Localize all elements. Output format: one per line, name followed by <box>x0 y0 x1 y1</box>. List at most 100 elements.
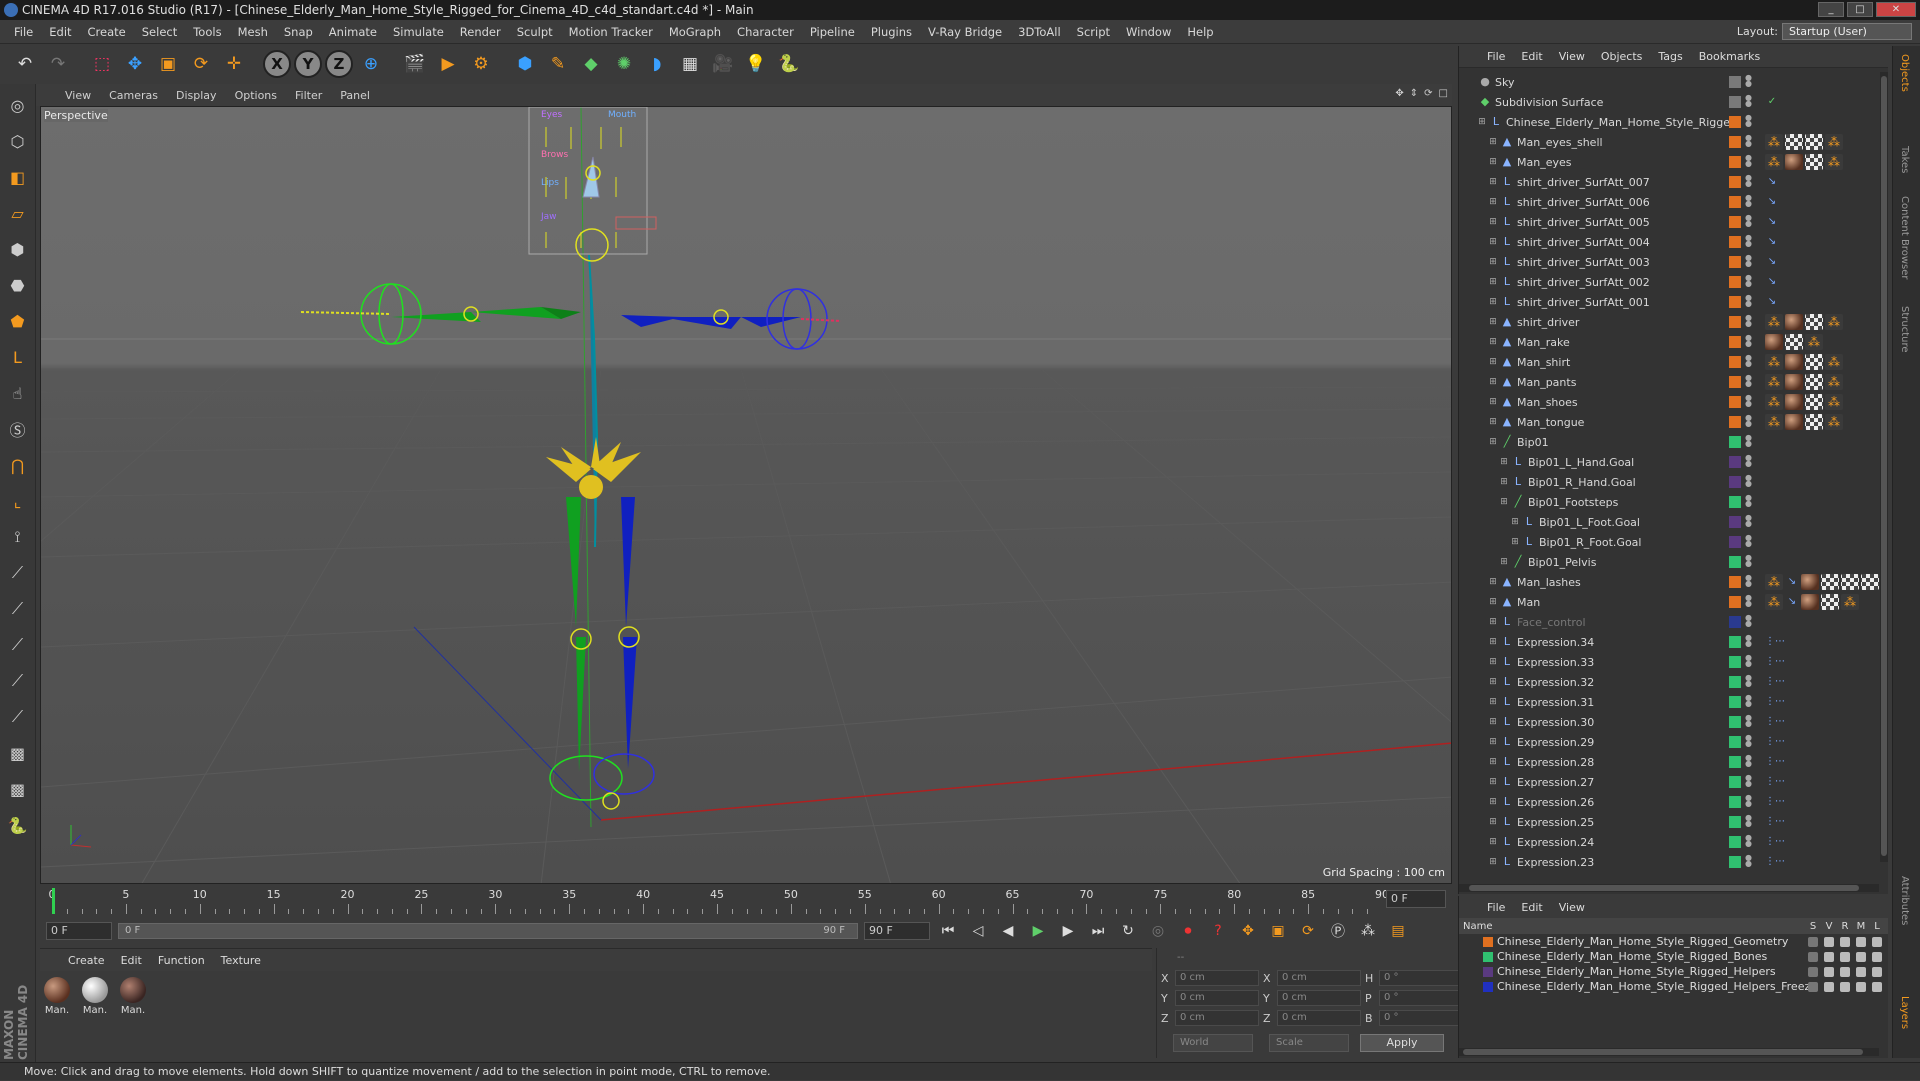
menu-plugins[interactable]: Plugins <box>863 25 920 39</box>
coord-mode-dropdown[interactable]: Scale <box>1269 1034 1349 1052</box>
layer-toggle-icon[interactable] <box>1824 981 1834 992</box>
expand-icon[interactable]: ⊞ <box>1487 196 1499 208</box>
layer-toggle-icon[interactable] <box>1824 966 1834 977</box>
layer-row[interactable]: Chinese_Elderly_Man_Home_Style_Rigged_He… <box>1459 979 1888 994</box>
constraint-tag-icon[interactable]: ↘ <box>1765 274 1779 290</box>
object-row[interactable]: ⊞ ╱ Bip01_Pelvis ● ● <box>1459 552 1883 572</box>
material-menu-function[interactable]: Function <box>150 954 213 967</box>
viewport-zoom-icon[interactable]: ⇕ <box>1410 88 1418 99</box>
layers-menu-view[interactable]: View <box>1551 901 1593 914</box>
visibility-dots-icon[interactable]: ● ● <box>1745 394 1752 408</box>
expand-icon[interactable]: ⊞ <box>1487 316 1499 328</box>
viewport-move-icon[interactable]: ✥ <box>1395 88 1403 99</box>
layer-color-swatch[interactable] <box>1729 856 1741 868</box>
menu-simulate[interactable]: Simulate <box>385 25 452 39</box>
layer-color-swatch[interactable] <box>1729 376 1741 388</box>
coord-field[interactable]: 0 ° <box>1379 1010 1463 1026</box>
camera-icon[interactable]: 🎥 <box>708 49 738 79</box>
menu-snap[interactable]: Snap <box>276 25 321 39</box>
layer-toggle-icon[interactable] <box>1872 936 1882 947</box>
expand-icon[interactable]: ⊞ <box>1487 716 1499 728</box>
visibility-dots-icon[interactable]: ● ● <box>1745 114 1752 128</box>
undo-icon[interactable]: ↶ <box>10 49 40 79</box>
viewport-menu-panel[interactable]: Panel <box>331 89 379 102</box>
material-tag-icon[interactable] <box>1801 594 1819 610</box>
object-row[interactable]: ⊞ ▲ Man_rake ● ● ⁂ <box>1459 332 1883 352</box>
coord-field[interactable]: 0 cm <box>1175 1010 1259 1026</box>
phong-tag-icon[interactable]: ⁂ <box>1825 354 1843 370</box>
uvw-tag-icon[interactable] <box>1841 574 1859 590</box>
visibility-dots-icon[interactable]: ● ● <box>1745 274 1752 288</box>
material-menu-create[interactable]: Create <box>60 954 113 967</box>
phong-tag-icon[interactable]: ⁂ <box>1825 154 1843 170</box>
menu-v-ray-bridge[interactable]: V-Ray Bridge <box>920 25 1010 39</box>
layer-color-swatch[interactable] <box>1729 416 1741 428</box>
prev-key-icon[interactable]: ◁ <box>966 920 990 942</box>
play-icon[interactable]: ▶ <box>1026 920 1050 942</box>
constraint-tag-icon[interactable]: ↘ <box>1765 254 1779 270</box>
viewport-menu-filter[interactable]: Filter <box>286 89 331 102</box>
phong-tag-icon[interactable]: ⁂ <box>1825 394 1843 410</box>
xpresso-tag-icon[interactable]: ⋮⋯ <box>1765 634 1785 650</box>
expand-icon[interactable]: ⊞ <box>1487 136 1499 148</box>
menu-render[interactable]: Render <box>452 25 509 39</box>
layer-color-swatch[interactable] <box>1729 516 1741 528</box>
layer-color-swatch[interactable] <box>1729 76 1741 88</box>
layer-color-swatch[interactable] <box>1729 816 1741 828</box>
perspective-viewport[interactable]: Eyes Mouth Brows Lips Jaw Perspective Gr… <box>40 106 1452 884</box>
bind-icon[interactable]: ⟋ <box>3 630 33 660</box>
uvw-tag-icon[interactable] <box>1805 134 1823 150</box>
object-row[interactable]: ⊞ ▲ Man_lashes ● ● ⁂ ↘ <box>1459 572 1883 592</box>
coord-field[interactable]: 0 ° <box>1379 970 1463 986</box>
visibility-dots-icon[interactable]: ● ● <box>1745 314 1752 328</box>
xpresso-tag-icon[interactable]: ⋮⋯ <box>1765 774 1785 790</box>
axis-mode-icon[interactable]: L <box>3 342 33 372</box>
viewport-menu-cameras[interactable]: Cameras <box>100 89 167 102</box>
visibility-dots-icon[interactable]: ● ● <box>1745 374 1752 388</box>
layer-color-swatch[interactable] <box>1729 756 1741 768</box>
expand-icon[interactable]: ⊞ <box>1487 656 1499 668</box>
object-row[interactable]: ⊞ ▲ Man_shirt ● ● ⁂ ⁂ <box>1459 352 1883 372</box>
constraint-tag-icon[interactable]: ↘ <box>1765 174 1779 190</box>
weight-tool-icon[interactable]: ⟋ <box>3 594 33 624</box>
key-scale-icon[interactable]: ▣ <box>1266 920 1290 942</box>
layer-color-swatch[interactable] <box>1729 736 1741 748</box>
layer-toggle-icon[interactable] <box>1872 951 1882 962</box>
expand-icon[interactable]: ⊞ <box>1487 436 1499 448</box>
phong-tag-icon[interactable]: ⁂ <box>1765 134 1783 150</box>
menu-animate[interactable]: Animate <box>321 25 385 39</box>
visibility-dots-icon[interactable]: ● ● <box>1745 634 1752 648</box>
next-frame-icon[interactable]: ▶ <box>1056 920 1080 942</box>
visibility-dots-icon[interactable]: ● ● <box>1745 754 1752 768</box>
timeline-ruler[interactable]: 051015202530354045505560657075808590 0 F <box>40 886 1452 916</box>
goto-end-icon[interactable]: ⏭ <box>1086 920 1110 942</box>
object-row[interactable]: ⊞ Lshirt_driver_SurfAtt_007 ● ● ↘ <box>1459 172 1883 192</box>
object-row[interactable]: ⊞ L Face_control ● ● <box>1459 612 1883 632</box>
xpresso-tag-icon[interactable]: ⋮⋯ <box>1765 794 1785 810</box>
visibility-dots-icon[interactable]: ● ● <box>1745 354 1752 368</box>
visibility-dots-icon[interactable]: ● ● <box>1745 334 1752 348</box>
viewport-menu-display[interactable]: Display <box>167 89 226 102</box>
record-icon[interactable]: ⏺ <box>1176 920 1200 942</box>
expand-icon[interactable]: ⊞ <box>1487 156 1499 168</box>
object-row[interactable]: ⊞ L Expression.30 ● ● ⋮⋯ <box>1459 712 1883 732</box>
phong-tag-icon[interactable]: ⁂ <box>1765 314 1783 330</box>
object-row[interactable]: ⊞ L Bip01_R_Hand.Goal ● ● <box>1459 472 1883 492</box>
visibility-dots-icon[interactable]: ● ● <box>1745 834 1752 848</box>
expand-icon[interactable]: ⊞ <box>1487 596 1499 608</box>
layer-toggle-icon[interactable] <box>1856 966 1866 977</box>
uvw-tag-icon[interactable] <box>1785 134 1803 150</box>
side-tab-content-browser[interactable]: Content Browser <box>1899 196 1910 279</box>
layer-color-swatch[interactable] <box>1483 981 1493 992</box>
coord-field[interactable]: 0 cm <box>1175 970 1259 986</box>
visibility-dots-icon[interactable]: ● ● <box>1745 554 1752 568</box>
timeline-window-icon[interactable]: ▤ <box>1386 920 1410 942</box>
object-row[interactable]: ◆ Subdivision Surface ● ● ✓ <box>1459 92 1883 112</box>
coord-space-dropdown[interactable]: World <box>1173 1034 1253 1052</box>
menu-tools[interactable]: Tools <box>185 25 229 39</box>
layer-color-swatch[interactable] <box>1729 596 1741 608</box>
object-row[interactable]: ⊞ L Expression.32 ● ● ⋮⋯ <box>1459 672 1883 692</box>
phong-tag-icon[interactable]: ⁂ <box>1841 594 1859 610</box>
key-position-icon[interactable]: ✥ <box>1236 920 1260 942</box>
object-row[interactable]: ⊞ Lshirt_driver_SurfAtt_006 ● ● ↘ <box>1459 192 1883 212</box>
